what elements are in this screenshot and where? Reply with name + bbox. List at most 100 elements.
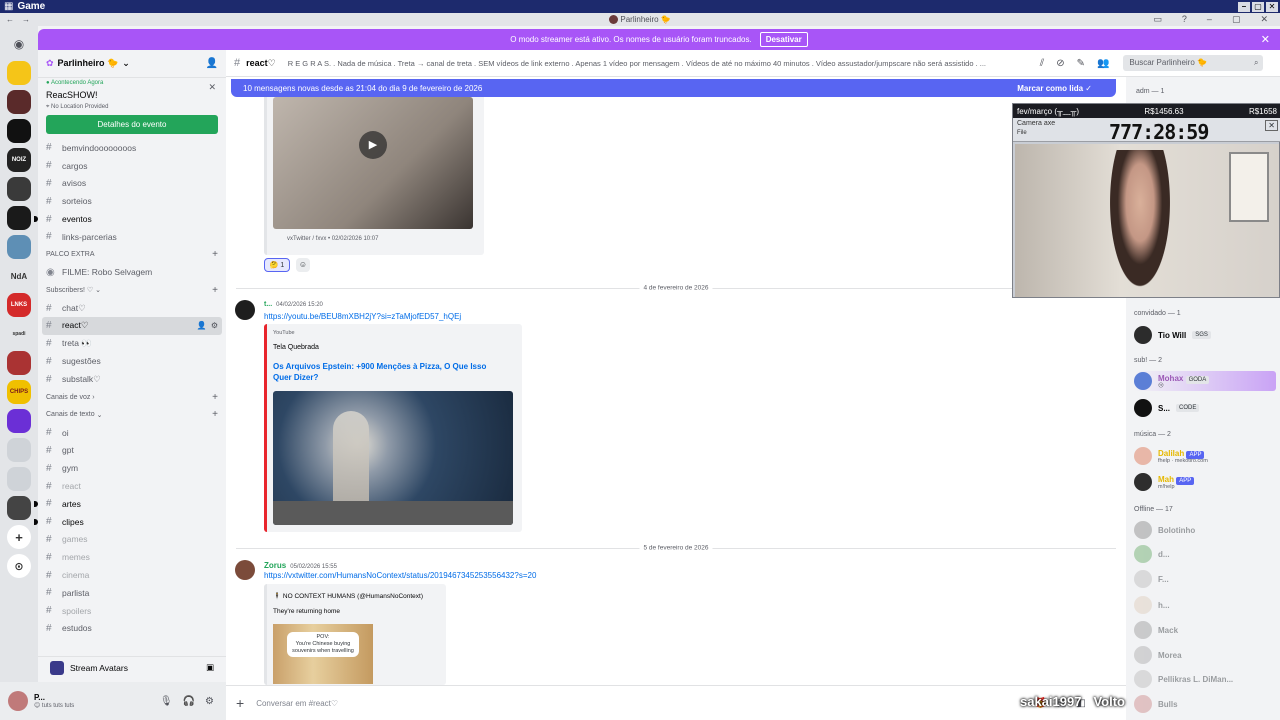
channel-estudos[interactable]: # estudos bbox=[38, 620, 226, 638]
member-item[interactable]: Mah APP m!help bbox=[1134, 472, 1276, 492]
inbox-icon[interactable]: ▭ bbox=[1153, 14, 1162, 25]
gear-icon[interactable]: ⚙ bbox=[211, 321, 218, 330]
minimize-button[interactable]: – bbox=[1238, 1, 1250, 12]
help-icon[interactable]: ? bbox=[1182, 14, 1187, 25]
pin-icon[interactable]: ✎ bbox=[1077, 58, 1085, 69]
member-item[interactable]: Morea bbox=[1134, 645, 1276, 665]
threads-icon[interactable]: ⫽ bbox=[1040, 58, 1044, 69]
member-item[interactable]: Pellikras L. DiMan... bbox=[1134, 669, 1276, 689]
server-folder-icon[interactable] bbox=[7, 438, 31, 462]
activity-icon[interactable]: ▣ bbox=[206, 662, 226, 673]
channel-games[interactable]: # games bbox=[38, 531, 226, 549]
channel-links-parcerias[interactable]: # links-parcerias bbox=[38, 228, 226, 246]
disable-streamer-button[interactable]: Desativar bbox=[759, 32, 808, 47]
channel-treta[interactable]: # treta 👀 bbox=[38, 335, 226, 353]
channel-spoilers[interactable]: # spoilers bbox=[38, 602, 226, 620]
channel-artes[interactable]: # artes bbox=[34, 495, 226, 513]
event-details-button[interactable]: Detalhes do evento bbox=[46, 115, 218, 134]
mark-as-read-button[interactable]: Marcar como lida ✓ bbox=[1017, 84, 1116, 93]
channel-substalk[interactable]: # substalk♡ bbox=[38, 370, 226, 388]
user-avatar[interactable] bbox=[8, 691, 28, 711]
channel-eventos[interactable]: # eventos bbox=[34, 210, 226, 228]
channel-clipes[interactable]: # clipes bbox=[34, 513, 226, 531]
server-icon[interactable]: NOIZ bbox=[7, 148, 31, 172]
app-maximize-icon[interactable]: ▢ bbox=[1232, 14, 1241, 25]
server-icon[interactable] bbox=[7, 90, 31, 114]
notification-bell-icon[interactable]: ⊘ bbox=[1056, 58, 1064, 69]
member-list-icon[interactable]: 👥 bbox=[1097, 58, 1109, 69]
author-avatar[interactable] bbox=[235, 560, 255, 580]
server-icon[interactable] bbox=[7, 496, 31, 520]
channel-memes[interactable]: # memes bbox=[38, 548, 226, 566]
embed-image[interactable]: POV: You're Chinese buying souvenirs when… bbox=[273, 624, 373, 684]
channel-sorteios[interactable]: # sorteios bbox=[38, 192, 226, 210]
headphones-icon[interactable]: 🎧 bbox=[183, 696, 195, 707]
member-item[interactable]: Bulls bbox=[1134, 694, 1276, 714]
channel-react-text[interactable]: # react bbox=[38, 477, 226, 495]
back-arrow-icon[interactable]: ← bbox=[6, 15, 14, 24]
member-item[interactable]: S... CODE bbox=[1134, 398, 1276, 418]
message-author[interactable]: Zorus 05/02/2026 15:55 bbox=[264, 561, 337, 570]
invite-icon[interactable]: 👤 bbox=[197, 321, 207, 330]
app-close-icon[interactable]: ✕ bbox=[1260, 14, 1268, 25]
channel-cargos[interactable]: # cargos bbox=[38, 157, 226, 175]
gear-icon[interactable]: ⚙ bbox=[205, 696, 214, 707]
server-icon[interactable]: spadi bbox=[7, 322, 31, 346]
server-icon[interactable] bbox=[7, 235, 31, 259]
category-subscribers[interactable]: Subscribers! ♡ ⌄ + bbox=[38, 281, 226, 299]
invite-icon[interactable]: 👤 bbox=[206, 58, 218, 69]
add-server-icon[interactable]: + bbox=[7, 525, 31, 549]
author-avatar[interactable] bbox=[235, 300, 255, 320]
discover-icon[interactable]: ⊙ bbox=[7, 554, 31, 578]
member-item[interactable]: Dalilah APP fhelp · mekotiro.com bbox=[1134, 446, 1276, 466]
server-icon[interactable]: CHIPS bbox=[7, 380, 31, 404]
new-messages-bar[interactable]: 10 mensagens novas desde as 21:04 do dia… bbox=[231, 79, 1116, 97]
close-window-button[interactable]: ✕ bbox=[1266, 1, 1278, 12]
member-item[interactable]: h... bbox=[1134, 595, 1276, 615]
channel-parlista[interactable]: # parlista bbox=[38, 584, 226, 602]
close-banner-icon[interactable]: ✕ bbox=[1261, 33, 1270, 46]
add-channel-icon[interactable]: + bbox=[212, 285, 226, 296]
discord-home-icon[interactable]: ◉ bbox=[7, 32, 31, 56]
server-header[interactable]: ✿ Parlinheiro 🐤 ⌄ 👤 bbox=[38, 50, 226, 78]
add-reaction-icon[interactable]: ☺ bbox=[296, 258, 310, 272]
video-thumbnail[interactable]: ▶ bbox=[273, 97, 473, 229]
channel-react-active[interactable]: # react♡ 👤 ⚙ bbox=[42, 316, 222, 335]
channel-chat[interactable]: # chat♡ bbox=[38, 299, 226, 317]
stage-channel[interactable]: ◉ FILME: Robo Selvagem bbox=[38, 264, 226, 282]
member-item[interactable]: Tio Will SGS bbox=[1134, 325, 1276, 345]
close-camera-icon[interactable]: ✕ bbox=[1265, 120, 1278, 131]
maximize-button[interactable]: ▢ bbox=[1252, 1, 1264, 12]
message-input[interactable]: Conversar em #react♡ bbox=[256, 699, 338, 708]
channel-bemvindo[interactable]: # bemvindoooooooos bbox=[38, 139, 226, 157]
embed-channel[interactable]: Tela Quebrada bbox=[273, 344, 319, 351]
category-palco-extra[interactable]: PALCO EXTRA + bbox=[38, 246, 226, 264]
youtube-thumbnail[interactable] bbox=[273, 391, 513, 525]
add-channel-icon[interactable]: + bbox=[212, 409, 226, 420]
server-icon[interactable] bbox=[7, 351, 31, 375]
server-icon[interactable] bbox=[7, 119, 31, 143]
close-event-icon[interactable]: ✕ bbox=[208, 82, 216, 93]
server-icon[interactable] bbox=[7, 206, 31, 230]
channel-oi[interactable]: # oi bbox=[38, 424, 226, 442]
member-item[interactable]: Bolotinho bbox=[1134, 520, 1276, 540]
user-info[interactable]: P... 😊 tuts tuts tuts bbox=[34, 693, 74, 709]
search-input[interactable]: Buscar Parlinheiro 🐤 ⌕ bbox=[1123, 55, 1264, 71]
server-icon[interactable] bbox=[7, 177, 31, 201]
server-icon[interactable]: LNKS bbox=[7, 293, 31, 317]
member-item[interactable]: F... bbox=[1134, 569, 1276, 589]
play-button-icon[interactable]: ▶ bbox=[359, 131, 387, 159]
channel-gym[interactable]: # gym bbox=[38, 459, 226, 477]
forward-arrow-icon[interactable]: → bbox=[22, 15, 30, 24]
channel-cinema[interactable]: # cinema bbox=[38, 566, 226, 584]
microphone-icon[interactable]: 🎙 bbox=[160, 696, 173, 707]
reaction-chip[interactable]: 🤔 1 bbox=[264, 258, 290, 272]
vxtwitter-link[interactable]: https://vxtwitter.com/HumansNoContext/st… bbox=[264, 571, 536, 580]
member-item[interactable]: Mack bbox=[1134, 620, 1276, 640]
server-icon[interactable]: NdA bbox=[7, 264, 31, 288]
channel-topic[interactable]: R E G R A S. . Nada de música . Treta → … bbox=[288, 59, 1028, 68]
category-voice[interactable]: Canais de voz › + bbox=[38, 388, 226, 406]
server-icon[interactable] bbox=[7, 409, 31, 433]
category-text[interactable]: Canais de texto ⌄ + bbox=[38, 406, 226, 424]
attach-plus-icon[interactable]: + bbox=[236, 695, 244, 711]
